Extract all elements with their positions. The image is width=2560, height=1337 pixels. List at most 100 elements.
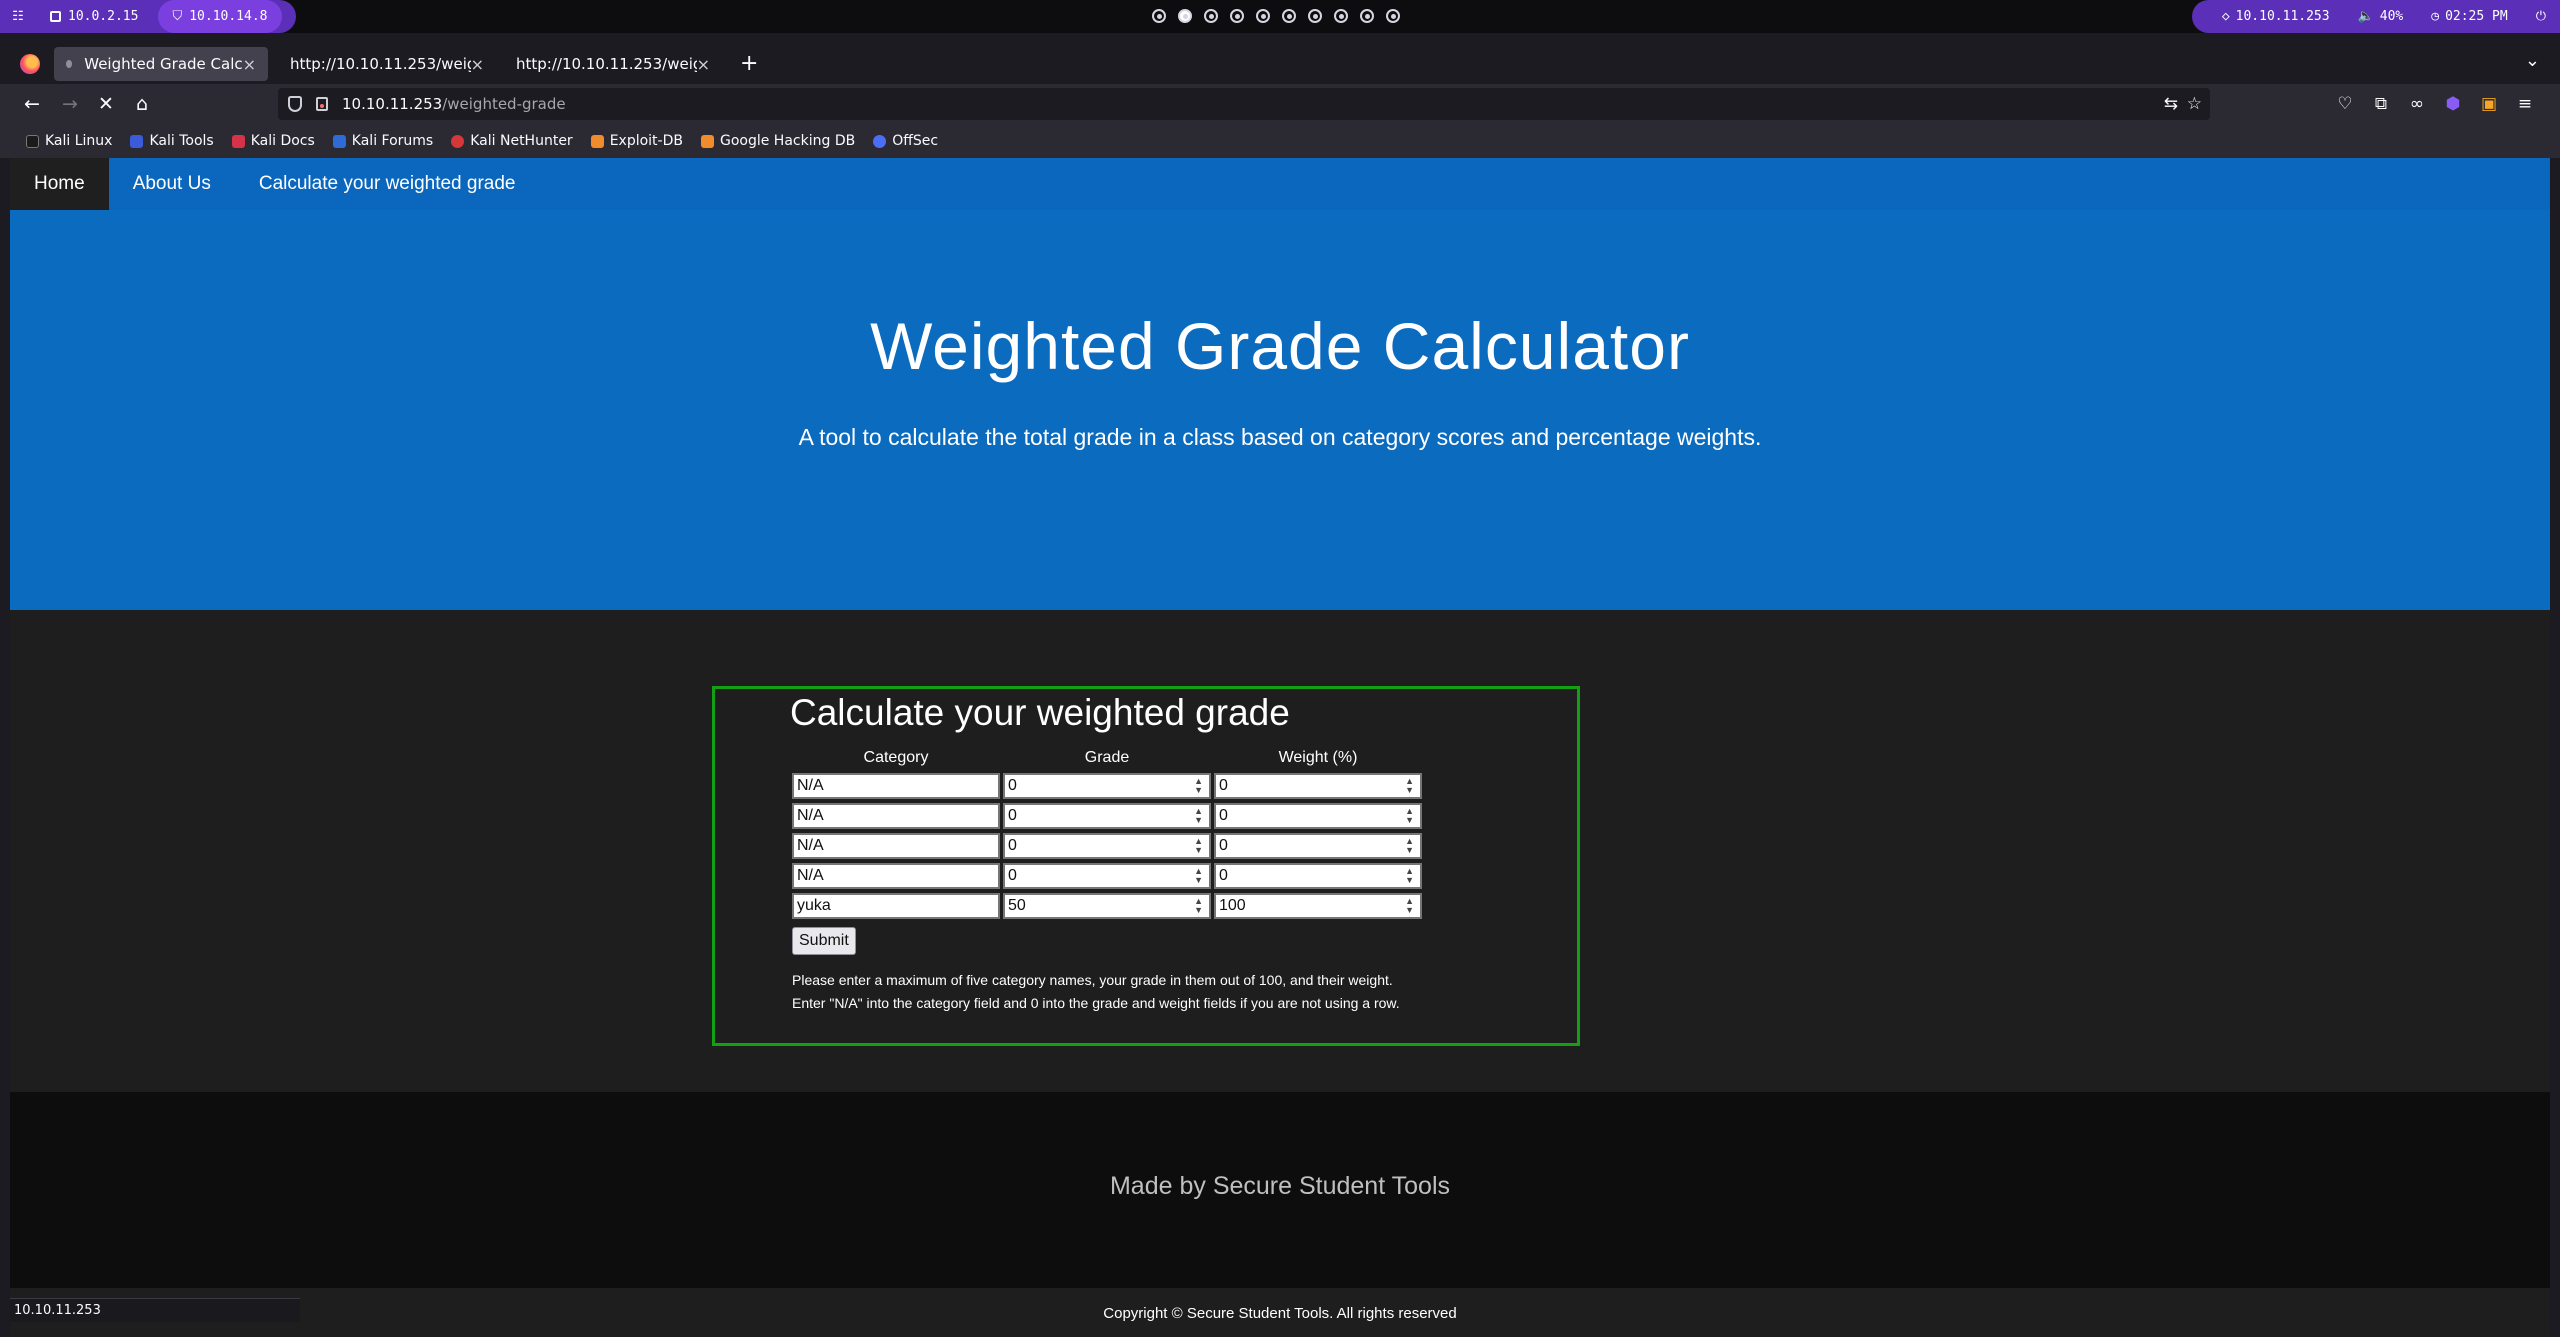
bookmark-kali-docs[interactable]: Kali Docs [228, 133, 319, 149]
back-icon[interactable]: ← [18, 90, 46, 118]
browser-tab-1[interactable]: Weighted Grade Calculator × [54, 47, 268, 81]
category-input[interactable]: N/A [792, 863, 1000, 889]
form-row: yuka 50 ▲ ▼ 100 ▲ ▼ [792, 893, 1428, 919]
grade-input[interactable]: 0 ▲ ▼ [1003, 803, 1211, 829]
grade-input[interactable]: 0 ▲ ▼ [1003, 863, 1211, 889]
workspace-3[interactable] [1204, 9, 1218, 23]
app-menu-icon[interactable]: ☷ [0, 0, 36, 33]
bookmark-offsec[interactable]: OffSec [869, 133, 942, 149]
stop-loading-icon[interactable]: ✕ [92, 90, 120, 118]
tab-close-icon[interactable]: × [471, 55, 484, 74]
spinner-icon[interactable]: ▲ ▼ [1194, 807, 1203, 825]
translate-icon[interactable]: ⇆ [2164, 94, 2178, 114]
spinner-icon[interactable]: ▲ ▼ [1405, 837, 1414, 855]
home-icon[interactable]: ⌂ [128, 90, 156, 118]
tab-title: http://10.10.11.253/weighted- [516, 55, 697, 73]
nav-link-calculate[interactable]: Calculate your weighted grade [235, 158, 540, 210]
spinner-icon[interactable]: ▲ ▼ [1405, 867, 1414, 885]
tracking-shield-icon[interactable] [288, 96, 302, 112]
foxyproxy-icon[interactable]: ∞ [2406, 93, 2428, 115]
browser-tab-bar: Weighted Grade Calculator × http://10.10… [0, 44, 2560, 84]
browser-tab-2[interactable]: http://10.10.11.253/weighted- × [278, 47, 496, 81]
power-icon[interactable]: ⏻ [2522, 9, 2560, 24]
submit-button[interactable]: Submit [792, 927, 856, 955]
category-input[interactable]: N/A [792, 803, 1000, 829]
grade-value: 0 [1008, 777, 1017, 794]
grade-input[interactable]: 0 ▲ ▼ [1003, 773, 1211, 799]
workspace-4[interactable] [1230, 9, 1244, 23]
ghdb-icon [700, 134, 714, 148]
weight-value: 0 [1219, 777, 1228, 794]
weight-input[interactable]: 0 ▲ ▼ [1214, 803, 1422, 829]
browser-tab-3[interactable]: http://10.10.11.253/weighted- × [504, 47, 722, 81]
workspace-9[interactable] [1360, 9, 1374, 23]
os-chip-local-ip: 10.0.2.15 [36, 0, 152, 33]
category-input[interactable]: N/A [792, 833, 1000, 859]
workspace-6[interactable] [1282, 9, 1296, 23]
app-menu-hamburger-icon[interactable]: ≡ [2514, 93, 2536, 115]
weight-input[interactable]: 100 ▲ ▼ [1214, 893, 1422, 919]
url-bar[interactable]: 10.10.11.253/weighted-grade ⇆ ☆ [278, 88, 2210, 120]
kali-forums-icon [332, 134, 346, 148]
bookmark-label: OffSec [892, 133, 939, 149]
tab-title: Weighted Grade Calculator [84, 55, 243, 73]
tab-title: http://10.10.11.253/weighted- [290, 55, 471, 73]
bookmark-kali-nethunter[interactable]: Kali NetHunter [447, 133, 576, 149]
insecure-lock-icon[interactable] [316, 97, 328, 111]
spinner-icon[interactable]: ▲ ▼ [1194, 867, 1203, 885]
grade-form-container: Calculate your weighted grade Category G… [712, 686, 1580, 1046]
new-tab-button[interactable]: + [740, 51, 758, 76]
weight-input[interactable]: 0 ▲ ▼ [1214, 833, 1422, 859]
volume-label: 40% [2379, 9, 2404, 24]
grade-input[interactable]: 0 ▲ ▼ [1003, 833, 1211, 859]
bookmark-star-icon[interactable]: ☆ [2187, 94, 2202, 114]
kali-dragon-icon [26, 134, 39, 148]
forward-icon[interactable]: → [56, 90, 84, 118]
pocket-icon[interactable]: ♡ [2334, 93, 2356, 115]
bookmark-label: Google Hacking DB [719, 133, 856, 149]
site-footer: Made by Secure Student Tools [10, 1092, 2550, 1288]
vpn-ip-label: 10.10.14.8 [189, 9, 268, 24]
bookmark-exploit-db[interactable]: Exploit-DB [587, 133, 687, 149]
extensions-icon[interactable]: ⧉ [2370, 93, 2392, 115]
list-all-tabs-icon[interactable]: ⌄ [2525, 50, 2540, 71]
workspace-5[interactable] [1256, 9, 1270, 23]
workspace-1[interactable] [1152, 9, 1166, 23]
workspace-2[interactable] [1178, 9, 1192, 23]
bookmark-kali-forums[interactable]: Kali Forums [329, 133, 437, 149]
weight-value: 0 [1219, 867, 1228, 884]
nav-link-about-us[interactable]: About Us [109, 158, 235, 210]
workspace-10[interactable] [1386, 9, 1400, 23]
spinner-icon[interactable]: ▲ ▼ [1405, 897, 1414, 915]
firefox-logo-icon [20, 54, 40, 74]
weight-value: 0 [1219, 807, 1228, 824]
spinner-icon[interactable]: ▲ ▼ [1194, 837, 1203, 855]
tab-close-icon[interactable]: × [697, 55, 710, 74]
hackbar-icon[interactable]: ⬢ [2442, 93, 2464, 115]
tab-close-icon[interactable]: × [243, 55, 256, 74]
cookie-editor-icon[interactable]: ▣ [2478, 93, 2500, 115]
nav-link-home[interactable]: Home [10, 158, 109, 210]
volume-item[interactable]: 🔈 40% [2344, 9, 2418, 24]
kali-tools-icon [130, 134, 144, 148]
spinner-icon[interactable]: ▲ ▼ [1405, 807, 1414, 825]
form-instructions-line-1: Please enter a maximum of five category … [792, 972, 1393, 988]
category-input[interactable]: yuka [792, 893, 1000, 919]
kali-docs-icon [231, 134, 245, 148]
spinner-icon[interactable]: ▲ ▼ [1405, 777, 1414, 795]
workspace-7[interactable] [1308, 9, 1322, 23]
weight-value: 100 [1219, 897, 1246, 914]
spinner-icon[interactable]: ▲ ▼ [1194, 897, 1203, 915]
vpn-shield-icon: ⛉ [172, 9, 183, 24]
bookmark-kali-linux[interactable]: Kali Linux [22, 133, 116, 149]
url-host: 10.10.11.253 [342, 95, 443, 113]
grade-input[interactable]: 50 ▲ ▼ [1003, 893, 1211, 919]
weight-input[interactable]: 0 ▲ ▼ [1214, 863, 1422, 889]
copyright-text: Copyright © Secure Student Tools. All ri… [1103, 1305, 1457, 1322]
weight-input[interactable]: 0 ▲ ▼ [1214, 773, 1422, 799]
bookmark-google-hacking-db[interactable]: Google Hacking DB [697, 133, 859, 149]
spinner-icon[interactable]: ▲ ▼ [1194, 777, 1203, 795]
workspace-8[interactable] [1334, 9, 1348, 23]
category-input[interactable]: N/A [792, 773, 1000, 799]
bookmark-kali-tools[interactable]: Kali Tools [126, 133, 217, 149]
